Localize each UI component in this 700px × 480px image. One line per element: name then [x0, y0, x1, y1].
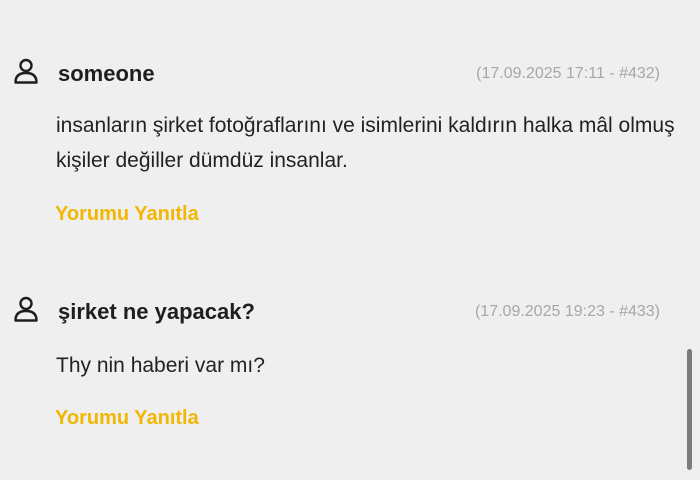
comment-body: Thy nin haberi var mı?: [56, 354, 265, 377]
comment-author: şirket ne yapacak?: [58, 299, 255, 324]
scrollbar-thumb[interactable]: [687, 349, 692, 470]
comment-body: insanların şirket fotoğraflarını ve isim…: [56, 114, 675, 172]
comment-author: someone: [58, 61, 155, 86]
comment-meta: (17.09.2025 17:11 - #432): [476, 65, 660, 82]
user-icon: [12, 295, 40, 323]
comment-meta: (17.09.2025 19:23 - #433): [474, 303, 660, 320]
reply-button[interactable]: Yorumu Yanıtla: [55, 202, 199, 226]
reply-button[interactable]: Yorumu Yanıtla: [55, 406, 199, 430]
user-icon: [12, 57, 40, 85]
